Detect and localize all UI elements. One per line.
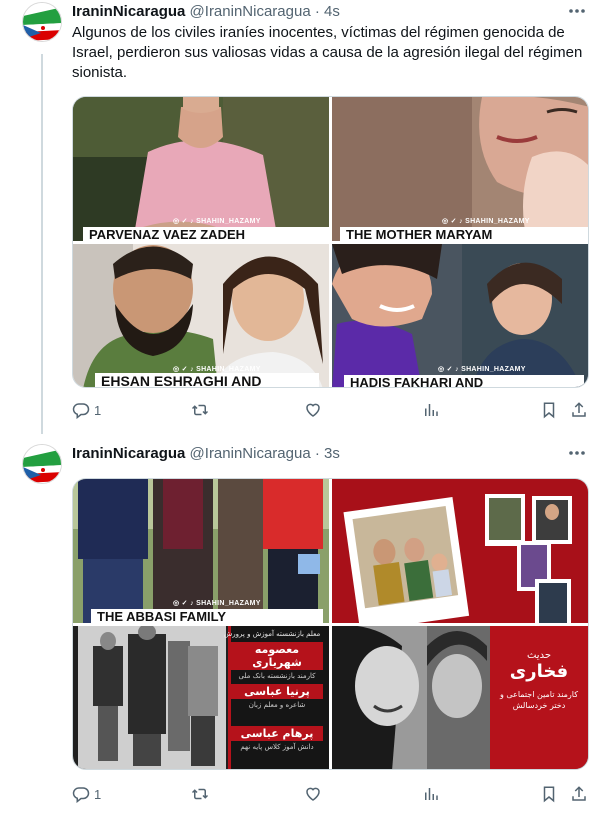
fa-label: حدیث bbox=[526, 650, 552, 661]
image-caption: EHSAN ESHRAGHI AND bbox=[95, 373, 319, 387]
media-image[interactable]: حدیث فخاری کارمند تامین اجتماعی و دختر خ… bbox=[332, 626, 588, 769]
bookmark-icon bbox=[543, 402, 555, 419]
views-icon bbox=[425, 404, 438, 416]
like-button[interactable] bbox=[304, 398, 326, 422]
fa-entry: پرهام عباسی دانش آموز کلاس پایه نهم bbox=[231, 726, 323, 751]
image-caption: PARVENAZ VAEZ ZADEH bbox=[83, 227, 329, 241]
tweet-header: IraninNicaragua @IraninNicaragua · 3s bbox=[72, 444, 340, 464]
display-name[interactable]: IraninNicaragua bbox=[72, 445, 185, 462]
reply-button[interactable]: 1 bbox=[72, 398, 101, 422]
bookmark-button[interactable] bbox=[540, 398, 558, 422]
tweet-actions: 1 bbox=[72, 398, 592, 422]
reply-count: 1 bbox=[94, 402, 102, 418]
like-button[interactable] bbox=[304, 782, 326, 806]
fa-header: معلم بازنشسته آموزش و پرورش bbox=[223, 630, 321, 638]
fa-name: پرنیا عباسی bbox=[231, 684, 323, 699]
fa-panel: حدیث فخاری کارمند تامین اجتماعی و دختر خ… bbox=[494, 650, 584, 711]
fa-name: پرهام عباسی bbox=[231, 726, 323, 741]
heart-icon bbox=[306, 403, 320, 417]
retweet-icon bbox=[191, 404, 209, 416]
views-icon bbox=[425, 788, 438, 800]
display-name[interactable]: IraninNicaragua bbox=[72, 3, 185, 20]
more-icon[interactable] bbox=[566, 4, 588, 24]
separator: · bbox=[314, 3, 320, 20]
reply-count: 1 bbox=[94, 786, 102, 802]
fa-desc: دانش آموز کلاس پایه نهم bbox=[240, 743, 314, 751]
bookmark-button[interactable] bbox=[540, 782, 558, 806]
handle[interactable]: @IraninNicaragua bbox=[190, 445, 311, 462]
media-image[interactable]: ◎ ✓ ♪ SHAHIN_HAZAMY HADIS FAKHARI AND bbox=[332, 244, 588, 387]
tweet-text: Algunos de los civiles iraníes inocentes… bbox=[72, 24, 583, 81]
bookmark-icon bbox=[543, 786, 555, 803]
share-icon bbox=[572, 786, 586, 801]
watermark: ◎ ✓ ♪ SHAHIN_HAZAMY bbox=[442, 218, 530, 225]
watermark: ◎ ✓ ♪ SHAHIN_HAZAMY bbox=[173, 366, 261, 373]
media-image[interactable]: معلم بازنشسته آموزش و پرورش معصومه شهریا… bbox=[73, 626, 329, 769]
separator: · bbox=[314, 445, 320, 462]
fa-entry: پرنیا عباسی شاعره و معلم زبان bbox=[231, 684, 323, 709]
share-icon bbox=[572, 402, 586, 417]
fa-entry: معصومه شهریاری کارمند بازنشسته بانک ملی bbox=[231, 642, 323, 680]
tweet[interactable]: IraninNicaragua @IraninNicaragua · 4s Al… bbox=[0, 0, 602, 434]
tweet-header: IraninNicaragua @IraninNicaragua · 4s bbox=[72, 2, 340, 22]
image-caption: THE MOTHER MARYAM bbox=[340, 227, 588, 241]
fa-name: معصومه شهریاری bbox=[231, 642, 323, 670]
reply-icon bbox=[72, 787, 90, 803]
timestamp[interactable]: 4s bbox=[324, 3, 340, 20]
image-caption: HADIS FAKHARI AND bbox=[344, 375, 584, 387]
more-icon[interactable] bbox=[566, 446, 588, 466]
image-caption: THE ABBASI FAMILY bbox=[91, 609, 323, 623]
media-image[interactable]: ◎ ✓ ♪ SHAHIN_HAZAMY THE ABBASI FAMILY bbox=[73, 479, 329, 623]
retweet-button[interactable] bbox=[190, 782, 214, 806]
media-image[interactable]: ◎ ✓ ♪ SHAHIN_HAZAMY PARVENAZ VAEZ ZADEH bbox=[73, 97, 329, 241]
share-button[interactable] bbox=[570, 782, 588, 806]
avatar[interactable] bbox=[22, 2, 62, 42]
views-button[interactable] bbox=[422, 782, 440, 806]
watermark: ◎ ✓ ♪ SHAHIN_HAZAMY bbox=[438, 366, 526, 373]
media-image[interactable]: ◎ ✓ ♪ SHAHIN_HAZAMY EHSAN ESHRAGHI AND bbox=[73, 244, 329, 387]
reply-button[interactable]: 1 bbox=[72, 782, 101, 806]
media-grid: ◎ ✓ ♪ SHAHIN_HAZAMY PARVENAZ VAEZ ZADEH … bbox=[72, 96, 589, 388]
watermark: ◎ ✓ ♪ SHAHIN_HAZAMY bbox=[173, 600, 261, 607]
media-image[interactable]: ◎ ✓ ♪ SHAHIN_HAZAMY THE MOTHER MARYAM bbox=[332, 97, 588, 241]
media-image[interactable] bbox=[332, 479, 588, 623]
avatar[interactable] bbox=[22, 444, 62, 484]
watermark: ◎ ✓ ♪ SHAHIN_HAZAMY bbox=[173, 218, 261, 225]
share-button[interactable] bbox=[570, 398, 588, 422]
heart-icon bbox=[306, 787, 320, 801]
views-button[interactable] bbox=[422, 398, 440, 422]
fa-desc: کارمند تامین اجتماعی و دختر خردسالش bbox=[499, 690, 579, 710]
fa-desc: شاعره و معلم زبان bbox=[248, 701, 306, 709]
media-grid: ◎ ✓ ♪ SHAHIN_HAZAMY THE ABBASI FAMILY مع… bbox=[72, 478, 589, 770]
tweet-actions: 1 bbox=[72, 782, 592, 806]
tweet[interactable]: IraninNicaragua @IraninNicaragua · 3s ◎ … bbox=[0, 432, 602, 822]
thread-line bbox=[41, 54, 43, 434]
fa-desc: کارمند بازنشسته بانک ملی bbox=[238, 672, 316, 680]
reply-icon bbox=[72, 403, 90, 419]
timestamp[interactable]: 3s bbox=[324, 445, 340, 462]
retweet-button[interactable] bbox=[190, 398, 214, 422]
retweet-icon bbox=[191, 788, 209, 800]
fa-name: فخاری bbox=[509, 661, 569, 682]
handle[interactable]: @IraninNicaragua bbox=[190, 3, 311, 20]
